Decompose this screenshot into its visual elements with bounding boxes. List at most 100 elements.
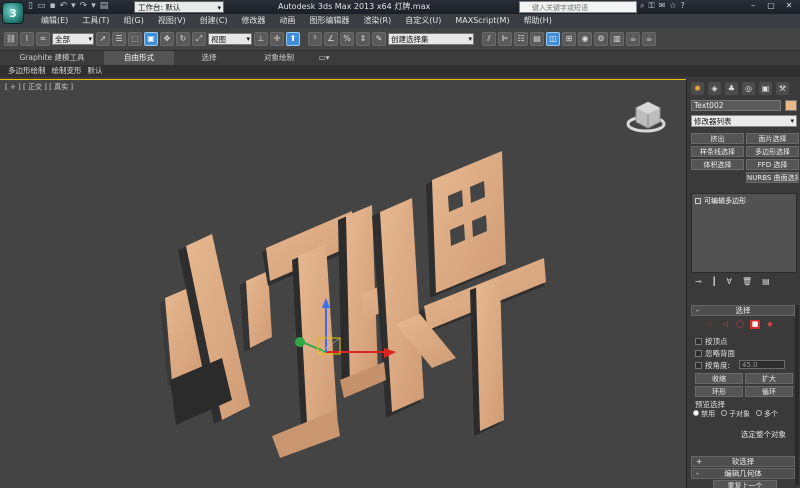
radio-subobject[interactable]: 子对象 <box>721 409 750 419</box>
menu-views[interactable]: 视图(V) <box>151 14 193 28</box>
close-button[interactable]: ✕ <box>780 0 798 13</box>
make-unique-icon[interactable]: ∀ <box>727 277 732 286</box>
object-color-swatch[interactable] <box>785 100 797 111</box>
hierarchy-tab-icon[interactable]: ♣ <box>725 82 738 95</box>
selection-filter-select[interactable]: 全部 <box>52 33 94 45</box>
redo-icon[interactable]: ↷ <box>80 1 88 11</box>
shrink-button[interactable]: 收缩 <box>695 373 743 384</box>
rect-selection-icon[interactable]: ⬚ <box>128 32 142 46</box>
radio-multi[interactable]: 多个 <box>756 409 778 419</box>
create-tab-icon[interactable]: ✺ <box>691 82 704 95</box>
menu-customize[interactable]: 自定义(U) <box>398 14 448 28</box>
ring-button[interactable]: 环形 <box>695 386 743 397</box>
stack-item[interactable]: 可编辑多边形 <box>692 194 796 208</box>
favorites-icon[interactable]: ☆ <box>669 1 676 11</box>
help-search-input[interactable]: 键入关键字或短语 <box>519 1 637 13</box>
polygon-icon[interactable]: ■ <box>750 320 760 329</box>
show-end-result-icon[interactable]: ┃ <box>712 277 717 286</box>
tab-selection[interactable]: 选择 <box>174 51 244 65</box>
open-file-icon[interactable]: ▭ <box>37 1 46 11</box>
menu-create[interactable]: 创建(C) <box>193 14 235 28</box>
by-vertex-checkbox[interactable]: 按顶点 <box>695 336 728 347</box>
spinner-snap-icon[interactable]: ⇕ <box>356 32 370 46</box>
save-icon[interactable]: ▪ <box>49 1 55 11</box>
select-and-link-icon[interactable]: ⛓ <box>4 32 18 46</box>
remove-modifier-icon[interactable]: 🗑 <box>742 277 752 286</box>
menu-modifiers[interactable]: 修改器 <box>234 14 272 28</box>
menu-group[interactable]: 组(G) <box>116 14 150 28</box>
bind-space-warp-icon[interactable]: ≈ <box>36 32 50 46</box>
polydraw-item[interactable]: 多边形绘制 <box>8 65 46 77</box>
object-name-field[interactable]: Text002 <box>691 100 781 111</box>
nurbs-select-button[interactable]: NURBS 曲面选择 <box>746 172 799 183</box>
curve-editor-icon[interactable]: ◫ <box>546 32 560 46</box>
snaps-toggle-icon[interactable]: ³ <box>308 32 322 46</box>
maximize-button[interactable]: ▢ <box>762 0 780 13</box>
modify-tab-icon[interactable]: ◈ <box>708 82 721 95</box>
patch-select-button[interactable]: 面片选择 <box>746 133 799 144</box>
display-tab-icon[interactable]: ▣ <box>759 82 772 95</box>
defaults-item[interactable]: 默认 <box>88 65 103 77</box>
soft-selection-rollout-header[interactable]: + 软选择 <box>691 456 795 467</box>
workspace-select[interactable]: 工作台: 默认 <box>134 1 224 14</box>
motion-tab-icon[interactable]: ◎ <box>742 82 755 95</box>
help-icon[interactable]: ? <box>680 1 684 11</box>
border-icon[interactable]: ◯ <box>735 320 745 329</box>
select-move-icon[interactable]: ✥ <box>160 32 174 46</box>
grow-button[interactable]: 扩大 <box>745 373 793 384</box>
extrude-button[interactable]: 挤出 <box>691 133 744 144</box>
edit-geometry-rollout-header[interactable]: - 编辑几何体 <box>691 468 795 479</box>
poly-select-button[interactable]: 多边形选择 <box>746 146 799 157</box>
extruded-text-object[interactable] <box>160 151 546 458</box>
command-panel-scrollbar[interactable] <box>795 305 799 485</box>
modifier-list-select[interactable]: 修改器列表 <box>691 115 797 127</box>
spline-select-button[interactable]: 样条线选择 <box>691 146 744 157</box>
tab-object-paint[interactable]: 对象绘制 <box>244 51 314 65</box>
menu-rendering[interactable]: 渲染(R) <box>356 14 398 28</box>
vertex-icon[interactable]: ∴ <box>705 320 715 329</box>
angle-snap-icon[interactable]: ∠ <box>324 32 338 46</box>
graphite-toggle-icon[interactable]: ▤ <box>530 32 544 46</box>
viewport-front[interactable]: [ + ] [ 正交 ] [ 真实 ] <box>0 79 686 488</box>
select-scale-icon[interactable]: ⤢ <box>192 32 206 46</box>
reference-coord-select[interactable]: 视图 <box>208 33 252 45</box>
rendered-frame-icon[interactable]: ▥ <box>610 32 624 46</box>
element-icon[interactable]: ◆ <box>765 320 775 329</box>
select-by-name-icon[interactable]: ☰ <box>112 32 126 46</box>
layer-manager-icon[interactable]: ☷ <box>514 32 528 46</box>
radio-disabled[interactable]: 禁用 <box>693 409 715 419</box>
configure-sets-icon[interactable]: ▤ <box>762 277 770 286</box>
subscription-icon[interactable]: ⚿ <box>648 1 654 11</box>
manipulate-icon[interactable]: ✛ <box>270 32 284 46</box>
edge-icon[interactable]: ◁ <box>720 320 730 329</box>
menu-tools[interactable]: 工具(T) <box>75 14 116 28</box>
percent-snap-icon[interactable]: % <box>340 32 354 46</box>
redo-dropdown-icon[interactable]: ▾ <box>91 1 96 11</box>
menu-maxscript[interactable]: MAXScript(M) <box>448 14 516 28</box>
communication-icon[interactable]: ✉ <box>659 1 666 11</box>
keyboard-shortcut-icon[interactable]: ⬆ <box>286 32 300 46</box>
edit-named-selection-icon[interactable]: ✎ <box>372 32 386 46</box>
paint-deform-item[interactable]: 绘制变形 <box>52 65 82 77</box>
undo-dropdown-icon[interactable]: ▾ <box>71 1 76 11</box>
material-editor-icon[interactable]: ◉ <box>578 32 592 46</box>
tab-graphite-modeling[interactable]: Graphite 建模工具 <box>0 51 104 65</box>
window-crossing-icon[interactable]: ▣ <box>144 32 158 46</box>
menu-help[interactable]: 帮助(H) <box>517 14 559 28</box>
named-selection-select[interactable]: 创建选择集 <box>388 33 474 45</box>
vol-select-button[interactable]: 体积选择 <box>691 159 744 170</box>
loop-button[interactable]: 循环 <box>745 386 793 397</box>
minimize-button[interactable]: – <box>744 0 762 13</box>
render-production-icon[interactable]: ☕ <box>626 32 640 46</box>
search-icon[interactable]: ⌕ <box>640 1 644 11</box>
render-iterative-icon[interactable]: ☕ <box>642 32 656 46</box>
repeat-last-button[interactable]: 重复上一个 <box>713 480 777 488</box>
angle-spinner[interactable]: 45.0 <box>739 360 785 369</box>
menu-graph-editors[interactable]: 图形编辑器 <box>302 14 356 28</box>
pivot-center-icon[interactable]: ⊥ <box>254 32 268 46</box>
expand-icon[interactable] <box>695 198 701 204</box>
utilities-tab-icon[interactable]: ⚒ <box>776 82 789 95</box>
menu-animation[interactable]: 动画 <box>272 14 302 28</box>
mirror-icon[interactable]: ⫽ <box>482 32 496 46</box>
project-folder-icon[interactable]: ▤ <box>100 1 109 11</box>
